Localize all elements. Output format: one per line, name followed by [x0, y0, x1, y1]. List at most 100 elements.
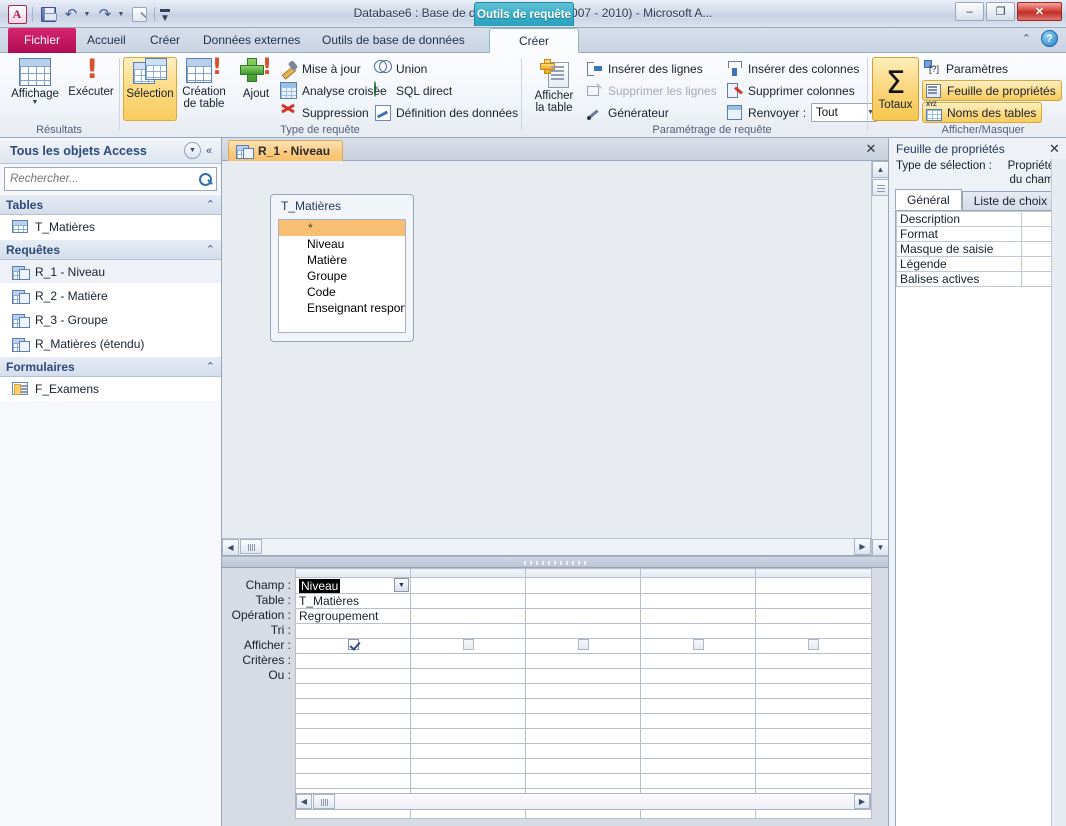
- cell-table-2[interactable]: [410, 593, 526, 609]
- cell-table-4[interactable]: [640, 593, 756, 609]
- grid-row-criteres[interactable]: [295, 653, 872, 669]
- grid-scroll-thumb[interactable]: [313, 794, 335, 809]
- executer-button[interactable]: ! Exécuter: [62, 56, 120, 121]
- cell-operation-5[interactable]: [755, 608, 872, 624]
- chevron-down-icon[interactable]: ▼: [394, 578, 409, 592]
- inserer-des-colonnes-button[interactable]: Insérer des colonnes: [724, 58, 861, 79]
- vertical-scroll-thumb[interactable]: [872, 179, 889, 196]
- collapse-pane-icon[interactable]: «: [201, 145, 217, 157]
- show-checkbox-5[interactable]: [808, 639, 819, 650]
- minimize-ribbon-icon[interactable]: ⌃: [1022, 32, 1031, 45]
- sql-direct-button[interactable]: SQL direct: [372, 80, 454, 101]
- cell-operation-1[interactable]: Regroupement: [295, 608, 411, 624]
- cell-operation-4[interactable]: [640, 608, 756, 624]
- maximize-button[interactable]: ❐: [986, 2, 1015, 21]
- cell-ou-5[interactable]: [755, 668, 872, 684]
- cell-ou-4[interactable]: [640, 668, 756, 684]
- column-selector-5[interactable]: [755, 568, 872, 578]
- table-row[interactable]: [295, 728, 872, 744]
- table-row[interactable]: [295, 773, 872, 789]
- sidebar-item-r1-niveau[interactable]: R_1 - Niveau: [0, 260, 221, 284]
- cell-tri-3[interactable]: [525, 623, 641, 639]
- field-list-item-niveau[interactable]: Niveau: [279, 236, 405, 252]
- scroll-right-icon[interactable]: ▶: [854, 794, 870, 809]
- minimize-button[interactable]: –: [955, 2, 984, 21]
- afficher-la-table-button[interactable]: Afficher la table: [528, 57, 580, 121]
- nav-group-tables[interactable]: Tables ⌃: [0, 194, 221, 215]
- property-list[interactable]: Description Format Masque de saisie Lége…: [896, 211, 1059, 287]
- tab-fichier[interactable]: Fichier: [8, 28, 77, 53]
- access-logo-button[interactable]: A: [6, 4, 28, 25]
- tab-accueil[interactable]: Accueil: [74, 28, 139, 53]
- selection-query-button[interactable]: Sélection: [123, 57, 177, 121]
- column-selector-3[interactable]: [525, 568, 641, 578]
- sidebar-item-r3-groupe[interactable]: R_3 - Groupe: [0, 308, 221, 332]
- customize-qat-button[interactable]: ▬ ▼: [159, 4, 171, 25]
- cell-champ-3[interactable]: [525, 577, 641, 594]
- feuille-de-proprietes-button[interactable]: Feuille de propriétés: [922, 80, 1062, 101]
- cell-table-5[interactable]: [755, 593, 872, 609]
- grid-column-selector-row[interactable]: [295, 568, 872, 578]
- property-row-legende[interactable]: Légende: [896, 256, 1059, 272]
- document-tab-r1-niveau[interactable]: R_1 - Niveau: [228, 140, 344, 161]
- scroll-left-icon[interactable]: ◀: [296, 794, 312, 809]
- cell-table-1[interactable]: T_Matières: [295, 593, 411, 609]
- column-selector-1[interactable]: [295, 568, 411, 578]
- table-row[interactable]: [295, 698, 872, 714]
- property-row-format[interactable]: Format: [896, 226, 1059, 242]
- property-row-description[interactable]: Description: [896, 211, 1059, 227]
- sidebar-item-f-examens[interactable]: F_Examens: [0, 377, 221, 401]
- field-list-item-matiere[interactable]: Matière: [279, 252, 405, 268]
- cell-afficher-5[interactable]: [755, 638, 872, 654]
- ajout-query-button[interactable]: ! Ajout: [232, 57, 280, 121]
- tab-liste-de-choix[interactable]: Liste de choix: [961, 191, 1060, 210]
- cell-champ-5[interactable]: [755, 577, 872, 594]
- mise-a-jour-button[interactable]: Mise à jour: [278, 58, 363, 79]
- scroll-down-icon[interactable]: ▼: [872, 539, 889, 556]
- definition-des-donnees-button[interactable]: Définition des données: [372, 102, 520, 123]
- show-checkbox-4[interactable]: [692, 639, 704, 650]
- union-button[interactable]: Union: [372, 58, 429, 79]
- cell-criteres-3[interactable]: [525, 653, 641, 669]
- cell-operation-3[interactable]: [525, 608, 641, 624]
- cell-afficher-2[interactable]: [410, 638, 526, 654]
- cell-criteres-4[interactable]: [640, 653, 756, 669]
- search-icon[interactable]: [198, 172, 213, 187]
- supprimer-colonnes-button[interactable]: Supprimer colonnes: [724, 80, 857, 101]
- cell-tri-5[interactable]: [755, 623, 872, 639]
- sidebar-item-r2-matiere[interactable]: R_2 - Matière: [0, 284, 221, 308]
- field-list-t-matieres[interactable]: T_Matières * Niveau Matière Groupe Code …: [270, 194, 414, 342]
- inserer-des-lignes-button[interactable]: Insérer des lignes: [584, 58, 705, 79]
- design-vertical-scrollbar[interactable]: ▲ ▼: [871, 161, 889, 556]
- cell-ou-2[interactable]: [410, 668, 526, 684]
- grid-row-table[interactable]: T_Matières: [295, 593, 872, 609]
- scroll-up-icon[interactable]: ▲: [872, 161, 889, 178]
- pane-splitter[interactable]: [222, 556, 888, 568]
- query-design-grid[interactable]: Niveau ▼ T_Matières Regroupement: [295, 568, 872, 819]
- cell-criteres-1[interactable]: [295, 653, 411, 669]
- cell-criteres-5[interactable]: [755, 653, 872, 669]
- nav-group-formulaires[interactable]: Formulaires ⌃: [0, 356, 221, 377]
- cell-afficher-1[interactable]: [295, 638, 411, 654]
- close-icon[interactable]: ✕: [1047, 141, 1062, 157]
- cell-ou-3[interactable]: [525, 668, 641, 684]
- query-design-canvas[interactable]: T_Matières * Niveau Matière Groupe Code …: [222, 161, 888, 556]
- cell-afficher-3[interactable]: [525, 638, 641, 654]
- sidebar-item-r-matieres-etendu[interactable]: R_Matières (étendu): [0, 332, 221, 356]
- suppression-button[interactable]: Suppression: [278, 102, 371, 123]
- horizontal-scroll-thumb[interactable]: [240, 539, 262, 554]
- show-checkbox-3[interactable]: [577, 639, 589, 650]
- creation-de-table-button[interactable]: ! Création de table: [178, 57, 230, 121]
- property-sheet-scrollbar[interactable]: [1051, 159, 1066, 826]
- grid-horizontal-scrollbar[interactable]: ◀ ▶: [295, 793, 871, 810]
- design-horizontal-scrollbar[interactable]: ◀: [222, 538, 871, 555]
- cell-champ-1[interactable]: Niveau ▼: [295, 577, 411, 594]
- search-input[interactable]: [8, 172, 198, 186]
- table-row[interactable]: [295, 683, 872, 699]
- generateur-button[interactable]: Générateur: [584, 102, 671, 123]
- noms-des-tables-button[interactable]: Noms des tables: [922, 102, 1043, 123]
- nav-group-requetes[interactable]: Requêtes ⌃: [0, 239, 221, 260]
- show-checkbox-1[interactable]: [347, 639, 359, 650]
- tab-creer[interactable]: Créer: [137, 28, 193, 53]
- field-list-item-enseignant[interactable]: Enseignant respon: [279, 300, 405, 316]
